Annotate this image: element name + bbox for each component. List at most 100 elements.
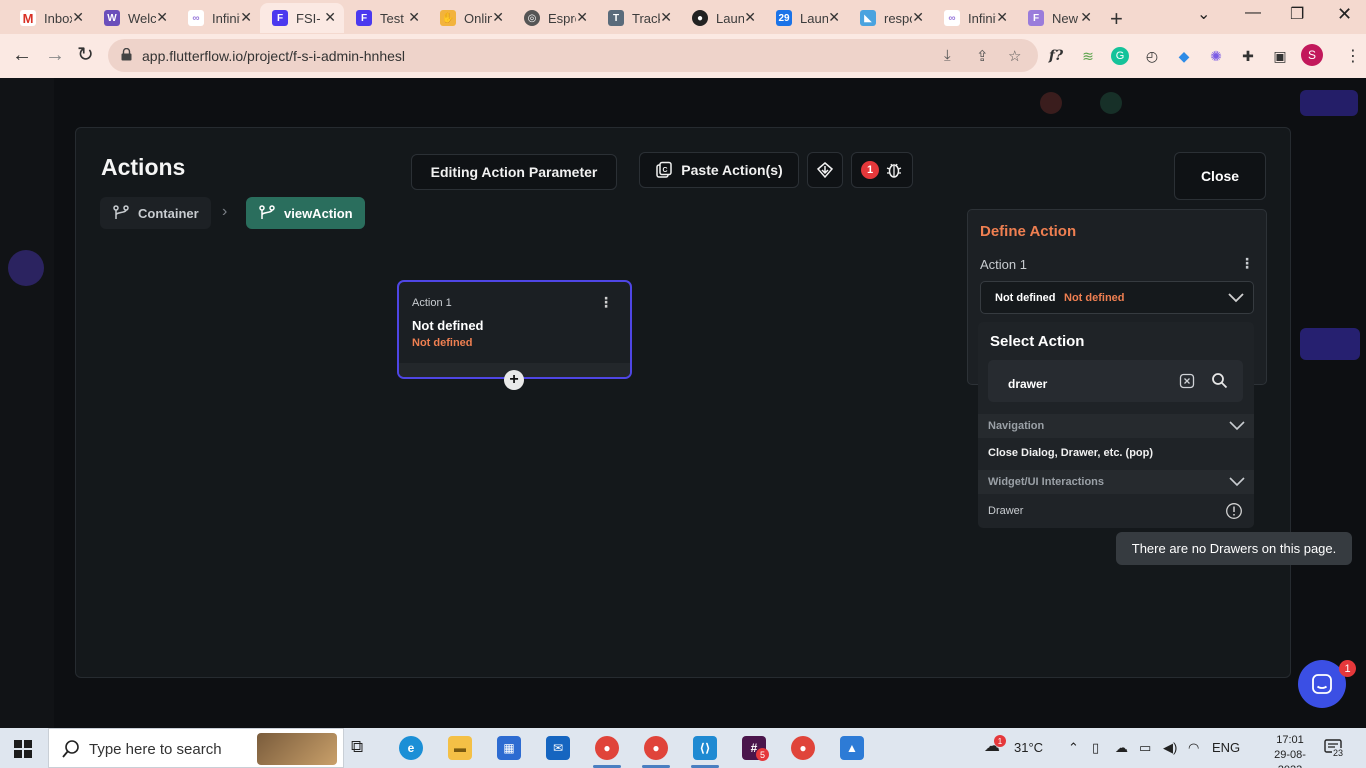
action-flow-button[interactable] <box>807 152 843 188</box>
globe-icon: ◎ <box>524 10 540 26</box>
browser-tab[interactable]: F New ✕ <box>1016 3 1100 33</box>
notification-center[interactable]: 23 <box>1324 739 1346 762</box>
forward-icon[interactable]: → <box>45 44 65 66</box>
taskbar-clock[interactable]: 17:01 29-08-2023 <box>1264 733 1316 768</box>
store-icon[interactable]: ▦ <box>497 736 521 760</box>
windows-start-icon[interactable] <box>14 740 32 758</box>
card-menu-icon[interactable]: ⋮ <box>599 294 613 311</box>
file-explorer-icon[interactable]: ▬ <box>448 736 472 760</box>
category-widget-ui[interactable]: Widget/UI Interactions <box>978 470 1254 494</box>
clear-search-icon[interactable] <box>1179 373 1195 389</box>
browser-tab[interactable]: W Welcome ✕ <box>92 3 176 33</box>
puzzle-extensions-icon[interactable]: ✚ <box>1239 47 1257 65</box>
wifi-icon[interactable]: ◠ <box>1188 740 1199 756</box>
tab-close-icon[interactable]: ✕ <box>324 10 336 24</box>
install-icon[interactable]: ⤓ <box>944 47 951 64</box>
browser-tab-active[interactable]: F FSI- ✕ <box>260 3 344 33</box>
back-icon[interactable]: ← <box>12 44 32 66</box>
restore-icon[interactable]: ❐ <box>1290 4 1304 24</box>
define-menu-icon[interactable]: ⋮ <box>1240 255 1254 272</box>
tab-close-icon[interactable]: ✕ <box>996 10 1008 24</box>
chrome-icon[interactable]: ● <box>644 736 668 760</box>
profile-avatar[interactable]: S <box>1301 44 1323 66</box>
browser-tab[interactable]: ✋ Online ✕ <box>428 3 512 33</box>
timer-extension-icon[interactable]: ◴ <box>1143 47 1161 65</box>
close-button[interactable]: Close <box>1174 152 1266 200</box>
action-search-box[interactable]: drawer <box>988 360 1243 402</box>
tab-close-icon[interactable]: ✕ <box>72 10 84 24</box>
chrome-alt-icon[interactable]: ● <box>791 736 815 760</box>
tab-close-icon[interactable]: ✕ <box>156 10 168 24</box>
category-navigation[interactable]: Navigation <box>978 414 1254 438</box>
browser-tab[interactable]: 29 Launch ✕ <box>764 3 848 33</box>
share-icon[interactable]: ⇪ <box>976 47 989 65</box>
new-tab-icon[interactable]: + <box>1110 6 1123 32</box>
tray-device-icon[interactable]: ▯ <box>1092 740 1099 756</box>
task-view-icon[interactable]: ⧉ <box>351 737 363 757</box>
omnibox[interactable]: app.flutterflow.io/project/f-s-i-admin-h… <box>108 39 1038 72</box>
minimize-icon[interactable]: — <box>1245 4 1261 22</box>
action-option-drawer[interactable]: Drawer <box>988 505 1023 517</box>
tab-close-icon[interactable]: ✕ <box>408 10 420 24</box>
editing-action-parameter-button[interactable]: Editing Action Parameter <box>411 154 617 190</box>
browser-tab[interactable]: F Test ✕ <box>344 3 428 33</box>
action-card[interactable]: Action 1 ⋮ Not defined Not defined <box>397 280 632 379</box>
tab-search-chevron-icon[interactable]: ⌄ <box>1197 4 1210 24</box>
action-option-close-dialog[interactable]: Close Dialog, Drawer, etc. (pop) <box>988 447 1153 459</box>
code-extension-icon[interactable]: ◆ <box>1175 47 1193 65</box>
tab-close-icon[interactable]: ✕ <box>1080 10 1092 24</box>
info-icon[interactable] <box>1225 502 1243 520</box>
add-action-icon[interactable]: + <box>504 370 524 390</box>
url-text[interactable]: app.flutterflow.io/project/f-s-i-admin-h… <box>142 48 405 64</box>
tab-close-icon[interactable]: ✕ <box>912 10 924 24</box>
chevron-down-icon <box>1228 293 1244 303</box>
search-query[interactable]: drawer <box>1008 377 1047 391</box>
taskbar-search[interactable]: Type here to search <box>48 728 344 768</box>
debug-button[interactable]: 1 <box>851 152 913 188</box>
browser-tab[interactable]: M Inbox ✕ <box>8 3 92 33</box>
tab-close-icon[interactable]: ✕ <box>744 10 756 24</box>
onedrive-icon[interactable]: ☁ <box>1115 740 1128 756</box>
formula-extension-icon[interactable]: f? <box>1047 47 1065 65</box>
address-bar: ← → ↻ app.flutterflow.io/project/f-s-i-a… <box>0 34 1366 78</box>
breadcrumb-container[interactable]: Container <box>100 197 211 229</box>
paste-icon: C <box>656 161 673 178</box>
side-panel-icon[interactable]: ▣ <box>1271 47 1289 65</box>
volume-icon[interactable]: ◀) <box>1163 740 1177 756</box>
browser-tab[interactable]: ◣ responsive ✕ <box>848 3 932 33</box>
chat-icon <box>1312 674 1332 694</box>
tab-close-icon[interactable]: ✕ <box>576 10 588 24</box>
bookmark-star-icon[interactable]: ☆ <box>1008 47 1021 65</box>
browser-tab[interactable]: ◎ Espresso ✕ <box>512 3 596 33</box>
browser-tab[interactable]: ∞ Infinite ✕ <box>176 3 260 33</box>
tab-close-icon[interactable]: ✕ <box>492 10 504 24</box>
grammarly-icon[interactable]: G <box>1111 47 1129 65</box>
tray-chevron-up-icon[interactable]: ⌃ <box>1068 740 1079 756</box>
chrome-profile-icon[interactable]: ● <box>595 736 619 760</box>
tab-close-icon[interactable]: ✕ <box>240 10 252 24</box>
tab-close-icon[interactable]: ✕ <box>660 10 672 24</box>
battery-icon[interactable]: ▭ <box>1139 740 1151 756</box>
vscode-icon[interactable]: ⟨⟩ <box>693 736 717 760</box>
language-indicator[interactable]: ENG <box>1212 740 1240 755</box>
action-type-select[interactable]: Not defined Not defined <box>980 281 1254 314</box>
search-icon[interactable] <box>1211 372 1228 389</box>
browser-tab[interactable]: ● Launch ✕ <box>680 3 764 33</box>
settings-extension-icon[interactable]: ✺ <box>1207 47 1225 65</box>
window-close-icon[interactable]: ✕ <box>1337 4 1352 25</box>
clock-time: 17:01 <box>1276 734 1304 746</box>
weather-badge: 1 <box>994 735 1006 747</box>
photos-icon[interactable]: ▲ <box>840 736 864 760</box>
windows-taskbar: Type here to search ⧉ e ▬ ▦ ✉ ● ● ⟨⟩ # 5… <box>0 728 1366 768</box>
reload-icon[interactable]: ↻ <box>77 44 94 66</box>
extension-icon[interactable]: ≋ <box>1079 47 1097 65</box>
edge-icon[interactable]: e <box>399 736 423 760</box>
mail-icon[interactable]: ✉ <box>546 736 570 760</box>
browser-tab[interactable]: T Track ✕ <box>596 3 680 33</box>
breadcrumb-viewaction[interactable]: viewAction <box>246 197 365 229</box>
browser-tab[interactable]: ∞ Infinite ✕ <box>932 3 1016 33</box>
tab-close-icon[interactable]: ✕ <box>828 10 840 24</box>
browser-menu-icon[interactable]: ⋮ <box>1345 46 1361 66</box>
weather-temp[interactable]: 31°C <box>1014 740 1043 755</box>
paste-actions-button[interactable]: C Paste Action(s) <box>639 152 799 188</box>
